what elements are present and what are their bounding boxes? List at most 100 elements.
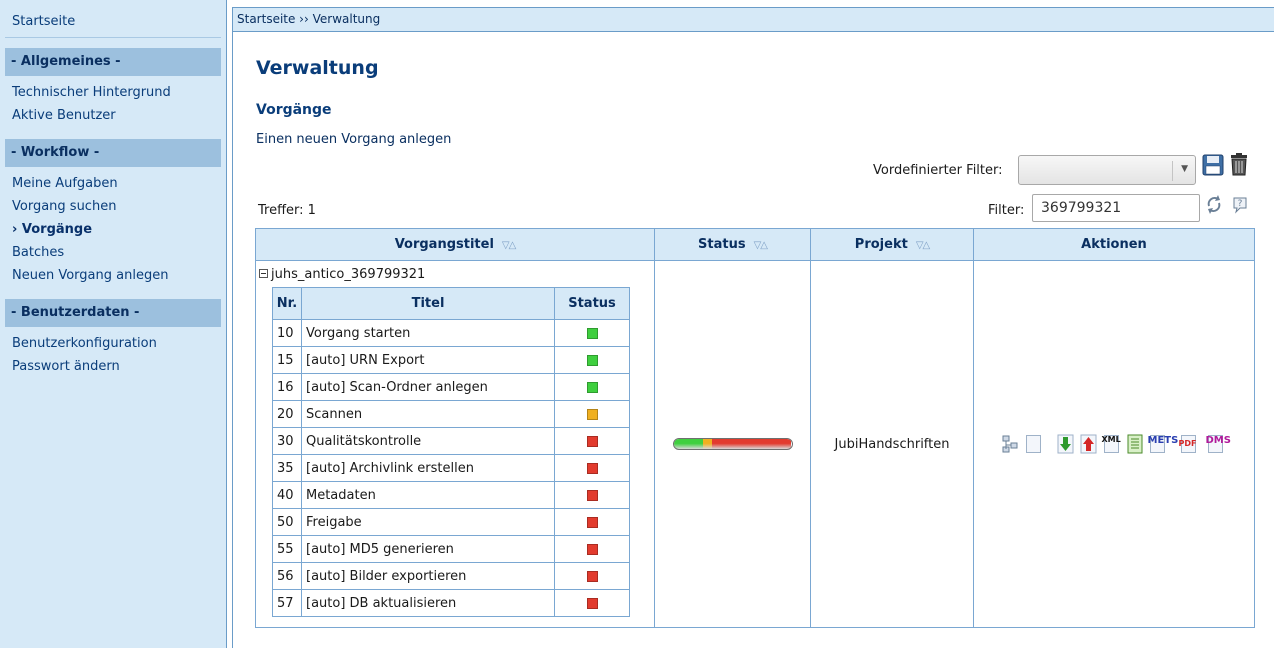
sidebar-item-my-tasks[interactable]: Meine Aufgaben	[0, 172, 226, 195]
step-title[interactable]: [auto] Bilder exportieren	[301, 562, 555, 590]
sort-icon[interactable]: ▽△	[754, 240, 768, 251]
step-status-icon	[586, 354, 598, 366]
step-status-cell	[554, 373, 630, 401]
action-icons: XML METS PDF DMS	[975, 433, 1253, 455]
step-row: 10 Vorgang starten	[272, 319, 630, 347]
progress-segment-done	[673, 439, 703, 449]
download-icon[interactable]	[1056, 433, 1076, 455]
sidebar-item-batches[interactable]: Batches	[0, 241, 226, 264]
step-status-icon	[586, 462, 598, 474]
dms-label: DMS	[1205, 435, 1231, 446]
sidebar-item-technical-background[interactable]: Technischer Hintergrund	[0, 81, 226, 104]
sidebar-divider	[5, 37, 221, 38]
step-title[interactable]: Vorgang starten	[301, 319, 555, 347]
step-nr: 35	[272, 454, 302, 482]
breadcrumb: Startseite ›› Verwaltung	[232, 7, 1274, 32]
step-status-cell	[554, 454, 630, 482]
process-table: Vorgangstitel ▽△ Status ▽△ Projekt ▽△ Aktio…	[255, 228, 1255, 628]
save-icon[interactable]	[1202, 154, 1224, 176]
refresh-icon[interactable]	[1205, 194, 1223, 214]
column-status-label: Status	[698, 237, 746, 252]
step-title[interactable]: Qualitätskontrolle	[301, 427, 555, 455]
column-title-label: Vorgangstitel	[394, 237, 494, 252]
xml-export-icon[interactable]: XML	[1102, 433, 1122, 455]
step-title[interactable]: [auto] Scan-Ordner anlegen	[301, 373, 555, 401]
filter-input[interactable]	[1032, 194, 1200, 222]
sidebar-item-search-process[interactable]: Vorgang suchen	[0, 195, 226, 218]
step-row: 56 [auto] Bilder exportieren	[272, 562, 630, 590]
process-status-cell	[654, 260, 811, 628]
step-status-cell	[554, 535, 630, 563]
step-nr: 30	[272, 427, 302, 455]
collapse-box-icon[interactable]	[259, 269, 268, 278]
filter-label: Filter:	[988, 203, 1025, 218]
step-nr: 57	[272, 589, 302, 617]
step-title[interactable]: Scannen	[301, 400, 555, 428]
step-nr: 50	[272, 508, 302, 536]
sidebar-item-home[interactable]: Startseite	[0, 10, 226, 33]
step-status-icon	[586, 489, 598, 501]
column-header-project[interactable]: Projekt ▽△	[810, 228, 974, 261]
page-title: Verwaltung	[256, 57, 379, 79]
step-nr: 20	[272, 400, 302, 428]
select-separator	[1172, 161, 1173, 181]
new-process-link[interactable]: Einen neuen Vorgang anlegen	[256, 132, 451, 147]
step-title[interactable]: Metadaten	[301, 481, 555, 509]
step-row: 55 [auto] MD5 generieren	[272, 535, 630, 563]
column-project-label: Projekt	[854, 237, 908, 252]
table-row: juhs_antico_369799321 Nr. Titel Status 1…	[255, 260, 1255, 628]
process-name[interactable]: juhs_antico_369799321	[256, 261, 654, 287]
step-title[interactable]: [auto] DB aktualisieren	[301, 589, 555, 617]
step-title[interactable]: [auto] URN Export	[301, 346, 555, 374]
step-status-cell	[554, 400, 630, 428]
sort-icon[interactable]: ▽△	[502, 240, 516, 251]
sidebar-section-workflow: - Workflow -	[5, 139, 221, 167]
step-title[interactable]: [auto] Archivlink erstellen	[301, 454, 555, 482]
column-header-title[interactable]: Vorgangstitel ▽△	[255, 228, 655, 261]
progress-segment-open	[712, 439, 792, 449]
step-status-icon	[586, 516, 598, 528]
step-row: 40 Metadaten	[272, 481, 630, 509]
step-nr: 15	[272, 346, 302, 374]
pdf-export-icon[interactable]: PDF	[1179, 433, 1203, 455]
sidebar-item-change-password[interactable]: Passwort ändern	[0, 355, 226, 378]
tree-view-icon[interactable]	[1001, 433, 1021, 455]
sidebar-item-new-process[interactable]: Neuen Vorgang anlegen	[0, 264, 226, 287]
process-title-cell: juhs_antico_369799321 Nr. Titel Status 1…	[255, 260, 655, 628]
process-name-text[interactable]: juhs_antico_369799321	[271, 267, 425, 282]
sort-icon[interactable]: ▽△	[916, 240, 930, 251]
chevron-down-icon: ▼	[1181, 164, 1188, 174]
predefined-filter-select[interactable]: ▼	[1018, 155, 1196, 185]
step-status-cell	[554, 508, 630, 536]
step-status-icon	[586, 435, 598, 447]
predefined-filter-label: Vordefinierter Filter:	[873, 163, 1003, 178]
step-status-icon	[586, 408, 598, 420]
document-icon[interactable]	[1024, 433, 1044, 455]
process-table-header: Vorgangstitel ▽△ Status ▽△ Projekt ▽△ Aktio…	[255, 228, 1255, 261]
list-doc-icon[interactable]	[1125, 433, 1145, 455]
step-column-title: Titel	[301, 287, 555, 320]
step-title[interactable]: [auto] MD5 generieren	[301, 535, 555, 563]
sidebar-item-user-config[interactable]: Benutzerkonfiguration	[0, 332, 226, 355]
hit-count: Treffer: 1	[258, 203, 316, 218]
process-actions-cell: XML METS PDF DMS	[973, 260, 1255, 628]
sidebar-item-active-users[interactable]: Aktive Benutzer	[0, 104, 226, 127]
steps-table: Nr. Titel Status 10 Vorgang starten 15 [aut…	[272, 287, 630, 617]
step-column-nr: Nr.	[272, 287, 302, 320]
upload-icon[interactable]	[1079, 433, 1099, 455]
trash-icon[interactable]	[1229, 152, 1249, 176]
column-header-status[interactable]: Status ▽△	[654, 228, 811, 261]
help-icon[interactable]: ?	[1231, 196, 1249, 214]
step-status-cell	[554, 589, 630, 617]
mets-export-icon[interactable]: METS	[1148, 433, 1178, 455]
dms-export-icon[interactable]: DMS	[1206, 433, 1232, 455]
step-row: 30 Qualitätskontrolle	[272, 427, 630, 455]
steps-table-header: Nr. Titel Status	[272, 287, 630, 320]
sidebar-item-processes[interactable]: › Vorgänge	[0, 218, 226, 241]
step-status-cell	[554, 562, 630, 590]
step-row: 16 [auto] Scan-Ordner anlegen	[272, 373, 630, 401]
step-title[interactable]: Freigabe	[301, 508, 555, 536]
step-row: 57 [auto] DB aktualisieren	[272, 589, 630, 617]
